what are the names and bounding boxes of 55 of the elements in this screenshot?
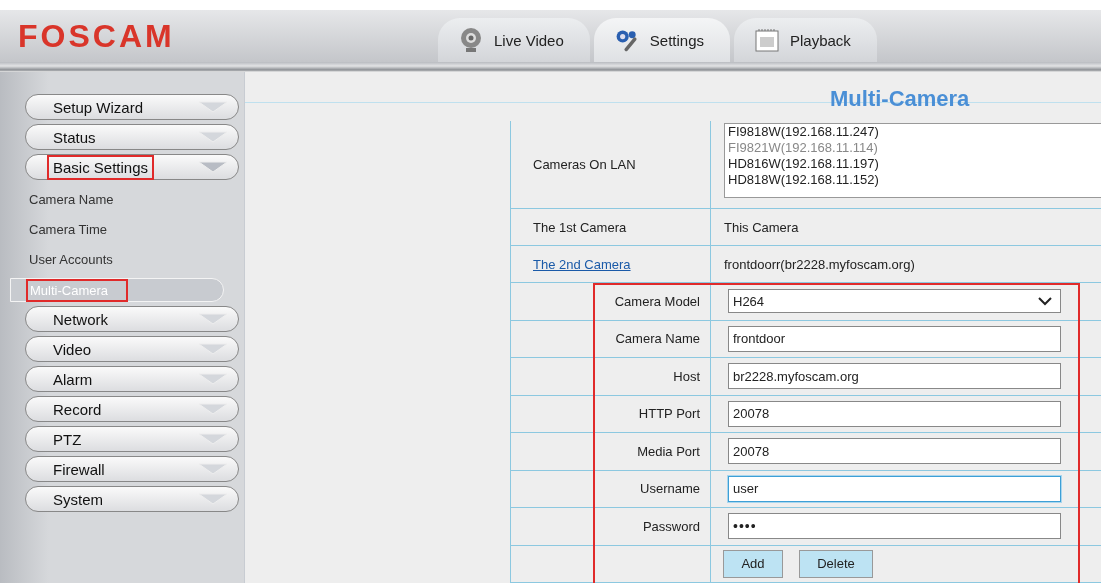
caret-icon	[198, 343, 228, 355]
menu-item[interactable]: Firewall	[25, 456, 239, 482]
form-button[interactable]: Delete	[799, 549, 873, 578]
menu-item[interactable]: PTZ	[25, 426, 239, 452]
model-dropdown[interactable]: H264	[728, 289, 1061, 314]
input-field[interactable]: br2228.myfoscam.org	[728, 363, 1061, 390]
menu-item[interactable]: Video	[25, 336, 239, 362]
input-field[interactable]: 20078	[728, 400, 1061, 427]
input-field[interactable]: user	[728, 475, 1061, 502]
nav-tab[interactable]: Settings	[593, 18, 730, 62]
menu-item[interactable]: Record	[25, 396, 239, 422]
list-item[interactable]: HD818W(192.168.11.152)	[728, 172, 1101, 188]
field-label: Password	[642, 518, 700, 534]
caret-icon	[198, 433, 228, 445]
caret-icon	[198, 403, 228, 415]
caret-icon	[198, 313, 228, 325]
password-field[interactable]: ••••	[728, 513, 1061, 540]
webcam-icon	[458, 27, 484, 53]
field-value: frontdoorr(br2228.myfoscam.org)	[724, 256, 915, 272]
nav-tab[interactable]: Live Video	[438, 18, 590, 62]
caret-icon	[198, 463, 228, 475]
submenu-item[interactable]: Camera Time	[10, 214, 224, 244]
page-title: Multi-Camera	[830, 86, 970, 112]
menu-item[interactable]: Alarm	[25, 366, 239, 392]
menu-item[interactable]: Setup Wizard	[25, 94, 239, 120]
caret-icon	[198, 373, 228, 385]
submenu-item[interactable]: Camera Name	[10, 184, 224, 214]
menu-item[interactable]: Basic Settings	[25, 154, 239, 180]
camera-link[interactable]: The 2nd Camera	[533, 256, 631, 272]
field-label: Media Port	[637, 443, 700, 459]
nav-tab[interactable]: Playback	[734, 18, 877, 62]
field-label: The 1st Camera	[533, 219, 627, 235]
menu-item[interactable]: System	[25, 486, 239, 512]
list-item[interactable]: HD816W(192.168.11.197)	[728, 156, 1101, 172]
field-label: Camera Name	[615, 331, 700, 347]
list-item[interactable]: FI9818W(192.168.11.247)	[728, 124, 1101, 140]
calendar-icon	[754, 27, 780, 53]
input-field[interactable]: frontdoor	[728, 325, 1061, 352]
field-label: Host	[673, 368, 700, 384]
input-field[interactable]: 20078	[728, 438, 1061, 465]
field-label: HTTP Port	[638, 406, 700, 422]
field-value: This Camera	[724, 219, 799, 235]
form-button[interactable]: Add	[723, 549, 783, 578]
submenu-item[interactable]: User Accounts	[10, 244, 224, 274]
logo: FOSCAM	[18, 17, 176, 55]
field-label: Camera Model	[614, 293, 700, 309]
menu-item[interactable]: Status	[25, 124, 239, 150]
chevron-icon	[1038, 296, 1052, 307]
field-label: Cameras On LAN	[533, 157, 636, 172]
caret-icon	[198, 161, 228, 173]
caret-icon	[198, 493, 228, 505]
field-label: Username	[640, 481, 700, 497]
caret-icon	[198, 101, 228, 113]
menu-item[interactable]: Network	[25, 306, 239, 332]
caret-icon	[198, 131, 228, 143]
